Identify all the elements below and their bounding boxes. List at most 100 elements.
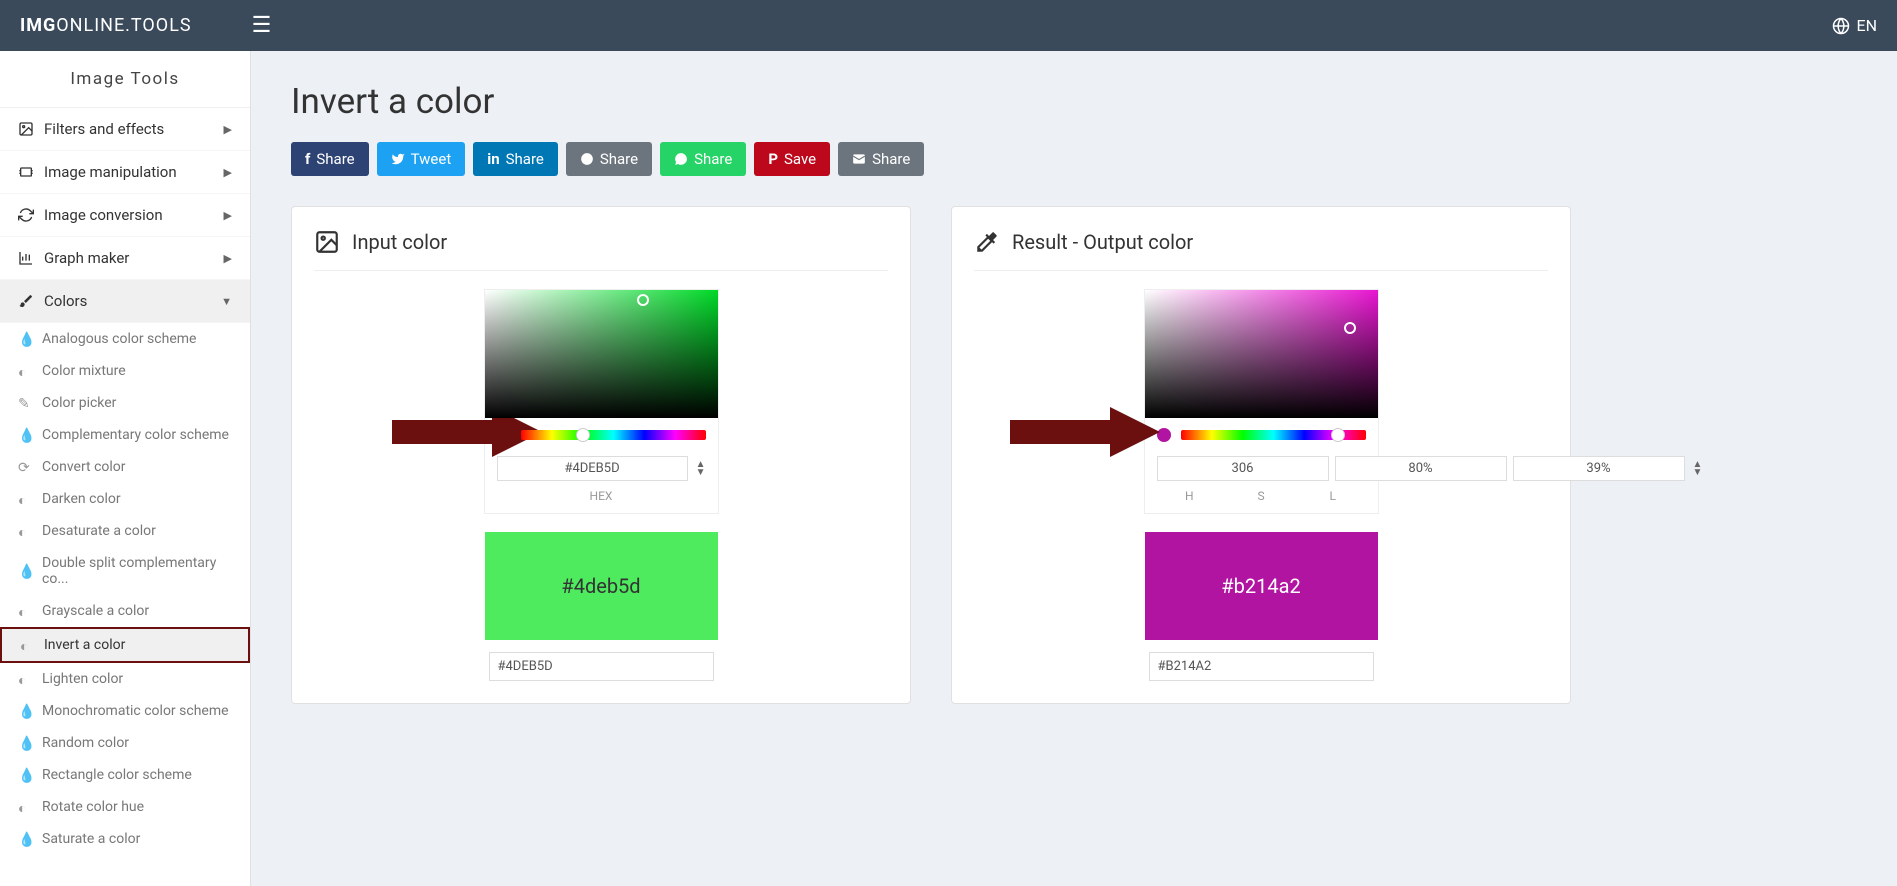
globe-icon (1832, 17, 1850, 35)
sidebar-item-label: Image manipulation (44, 163, 177, 181)
sidebar-title: Image Tools (0, 51, 250, 108)
drop-icon: 💧 (18, 832, 32, 846)
language-label: EN (1856, 16, 1877, 35)
saturation-cursor[interactable] (1344, 322, 1356, 334)
subitem-grayscale[interactable]: ◐Grayscale a color (0, 595, 250, 627)
subitem-random[interactable]: 💧Random color (0, 727, 250, 759)
share-whatsapp[interactable]: Share (660, 142, 746, 176)
subitem-rotate-hue[interactable]: ◐Rotate color hue (0, 791, 250, 823)
drop-icon: 💧 (18, 704, 32, 718)
input-panel-title: Input color (352, 230, 447, 254)
chevron-right-icon: ▶ (224, 123, 232, 136)
logo[interactable]: IMGONLINE.TOOLS (20, 15, 192, 36)
topbar: IMGONLINE.TOOLS ☰ EN (0, 0, 1897, 51)
sidebar-item-label: Colors (44, 292, 87, 310)
saturation-cursor[interactable] (637, 294, 649, 306)
chevron-right-icon: ▶ (224, 209, 232, 222)
l-label: L (1300, 489, 1366, 503)
hue-slider[interactable] (521, 430, 706, 440)
subitem-invert[interactable]: ◐Invert a color (0, 627, 250, 663)
sidebar: Image Tools Filters and effects ▶ Image … (0, 51, 251, 886)
share-facebook[interactable]: fShare (291, 142, 369, 176)
drop-icon: 💧 (18, 564, 32, 578)
hue-slider[interactable] (1181, 430, 1366, 440)
sidebar-item-manipulation[interactable]: Image manipulation ▶ (0, 151, 250, 194)
subitem-complementary[interactable]: 💧Complementary color scheme (0, 419, 250, 451)
crop-icon (18, 164, 34, 180)
arrow-annotation (1010, 402, 1160, 462)
share-reddit[interactable]: Share (566, 142, 652, 176)
format-spinner[interactable]: ▲▼ (1693, 461, 1703, 477)
chevron-down-icon: ▼ (221, 295, 232, 308)
image-icon (314, 229, 340, 255)
sidebar-item-label: Image conversion (44, 206, 163, 224)
subitem-monochromatic[interactable]: 💧Monochromatic color scheme (0, 695, 250, 727)
sidebar-item-filters[interactable]: Filters and effects ▶ (0, 108, 250, 151)
content: Invert a color fShare Tweet inShare Shar… (251, 51, 1897, 886)
saturation-area[interactable] (485, 290, 718, 418)
subitem-convert[interactable]: ⟳Convert color (0, 451, 250, 483)
sidebar-item-conversion[interactable]: Image conversion ▶ (0, 194, 250, 237)
color-picker-input: ▲▼ HEX (484, 289, 719, 514)
chevron-right-icon: ▶ (224, 166, 232, 179)
output-swatch: #b214a2 (1145, 532, 1378, 640)
contrast-icon: ◐ (18, 364, 32, 378)
eyedropper-icon (974, 229, 1000, 255)
contrast-icon: ◐ (18, 800, 32, 814)
color-picker-output: ▲▼ H S L (1144, 289, 1379, 514)
drop-icon: 💧 (18, 768, 32, 782)
output-color-value[interactable] (1149, 652, 1374, 681)
share-linkedin[interactable]: inShare (473, 142, 558, 176)
image-icon (18, 121, 34, 137)
drop-icon: 💧 (18, 332, 32, 346)
brush-icon (18, 293, 34, 309)
input-swatch: #4deb5d (485, 532, 718, 640)
subitem-darken[interactable]: ◐Darken color (0, 483, 250, 515)
share-row: fShare Tweet inShare Share Share PSave S… (291, 142, 1857, 176)
subitem-analogous[interactable]: 💧Analogous color scheme (0, 323, 250, 355)
share-pinterest[interactable]: PSave (754, 142, 830, 176)
s-input[interactable] (1335, 456, 1507, 481)
sidebar-item-colors[interactable]: Colors ▼ (0, 280, 250, 323)
sidebar-item-graph[interactable]: Graph maker ▶ (0, 237, 250, 280)
contrast-icon: ◐ (18, 492, 32, 506)
menu-toggle[interactable]: ☰ (252, 13, 272, 38)
contrast-icon: ◐ (18, 672, 32, 686)
refresh-icon: ⟳ (18, 460, 32, 474)
share-email[interactable]: Share (838, 142, 924, 176)
subitem-mixture[interactable]: ◐Color mixture (0, 355, 250, 387)
subitem-saturate[interactable]: 💧Saturate a color (0, 823, 250, 855)
hex-label: HEX (497, 489, 706, 503)
input-color-value[interactable] (489, 652, 714, 681)
page-title: Invert a color (291, 81, 1857, 122)
chevron-right-icon: ▶ (224, 252, 232, 265)
contrast-icon: ◐ (18, 604, 32, 618)
output-panel-title: Result - Output color (1012, 230, 1193, 254)
format-spinner[interactable]: ▲▼ (696, 461, 706, 477)
share-twitter[interactable]: Tweet (377, 142, 466, 176)
saturation-area[interactable] (1145, 290, 1378, 418)
s-label: S (1228, 489, 1294, 503)
output-panel: Result - Output color (951, 206, 1571, 704)
hue-thumb[interactable] (1331, 428, 1345, 442)
drop-icon: 💧 (18, 736, 32, 750)
hue-thumb[interactable] (576, 428, 590, 442)
l-input[interactable] (1513, 456, 1685, 481)
subitem-picker[interactable]: ✎Color picker (0, 387, 250, 419)
chart-icon (18, 250, 34, 266)
input-panel: Input color ▲▼ (291, 206, 911, 704)
subitem-double-split[interactable]: 💧Double split complementary co... (0, 547, 250, 595)
subitem-desaturate[interactable]: ◐Desaturate a color (0, 515, 250, 547)
contrast-icon: ◐ (18, 524, 32, 538)
subitem-rectangle[interactable]: 💧Rectangle color scheme (0, 759, 250, 791)
refresh-icon (18, 207, 34, 223)
subitem-lighten[interactable]: ◐Lighten color (0, 663, 250, 695)
contrast-icon: ◐ (20, 638, 34, 652)
language-selector[interactable]: EN (1832, 16, 1877, 35)
h-input[interactable] (1157, 456, 1329, 481)
drop-icon: 💧 (18, 428, 32, 442)
eyedropper-icon: ✎ (18, 396, 32, 410)
h-label: H (1157, 489, 1223, 503)
sidebar-item-label: Graph maker (44, 249, 129, 267)
sidebar-item-label: Filters and effects (44, 120, 164, 138)
